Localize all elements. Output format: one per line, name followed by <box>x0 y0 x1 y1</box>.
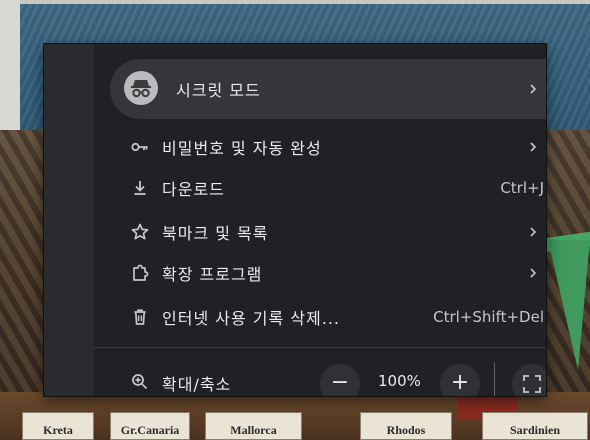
menu-item-label: 확장 프로그램 <box>162 265 263 284</box>
menu-item-passwords[interactable]: 비밀번호 및 자동 완성 <box>110 125 546 169</box>
menu-item-downloads[interactable]: 다운로드 Ctrl+J <box>110 166 546 210</box>
background-label: Rhodos <box>360 412 452 440</box>
fullscreen-button[interactable] <box>512 364 546 396</box>
background-frame-top <box>0 0 590 4</box>
key-icon <box>131 142 148 152</box>
menu-item-extensions[interactable]: 확장 프로그램 <box>110 251 546 295</box>
zoom-in-button[interactable]: + <box>440 364 480 396</box>
menu-item-label: 북마크 및 목록 <box>162 224 269 243</box>
download-icon <box>134 181 146 195</box>
background-label: Mallorca <box>205 412 302 440</box>
background-label: Gr.Canaria <box>110 412 190 440</box>
keyboard-shortcut: Ctrl+Shift+Del <box>433 308 544 326</box>
zoom-separator <box>494 362 495 396</box>
menu-item-label: 인터넷 사용 기록 삭제... <box>162 309 340 328</box>
zoom-value: 100% <box>378 372 421 390</box>
menu-divider <box>94 347 546 348</box>
menu-item-incognito[interactable]: 시크릿 모드 <box>110 59 546 119</box>
chevron-right-icon <box>530 84 537 94</box>
zoom-label: 확대/축소 <box>162 375 232 394</box>
keyboard-shortcut: Ctrl+J <box>500 179 544 197</box>
browser-menu: 시크릿 모드 비밀번호 및 자동 완성 다운로드 Ctrl+J 북마크 및 목록… <box>44 44 546 396</box>
menu-left-rail <box>44 44 94 396</box>
incognito-icon <box>131 80 151 98</box>
chevron-right-icon <box>530 227 537 237</box>
puzzle-icon <box>133 264 149 281</box>
fullscreen-icon <box>523 375 541 393</box>
chevron-right-icon <box>530 268 537 278</box>
background-label: Sardinien <box>482 412 588 440</box>
menu-item-bookmarks[interactable]: 북마크 및 목록 <box>110 210 546 254</box>
chevron-right-icon <box>530 142 537 152</box>
menu-item-label: 시크릿 모드 <box>176 81 261 100</box>
background-frame-left <box>0 0 20 140</box>
background-green-flag <box>548 240 590 370</box>
star-icon <box>131 223 149 240</box>
zoom-row: 확대/축소 − 100% + <box>110 360 546 396</box>
trash-icon <box>134 309 146 325</box>
incognito-avatar <box>124 71 158 105</box>
zoom-icon <box>132 374 148 390</box>
background-label: Kreta <box>22 412 94 440</box>
menu-item-label: 다운로드 <box>162 180 225 199</box>
menu-item-label: 비밀번호 및 자동 완성 <box>162 139 322 158</box>
zoom-out-button[interactable]: − <box>320 364 360 396</box>
menu-item-clear-history[interactable]: 인터넷 사용 기록 삭제... Ctrl+Shift+Del <box>110 295 546 339</box>
